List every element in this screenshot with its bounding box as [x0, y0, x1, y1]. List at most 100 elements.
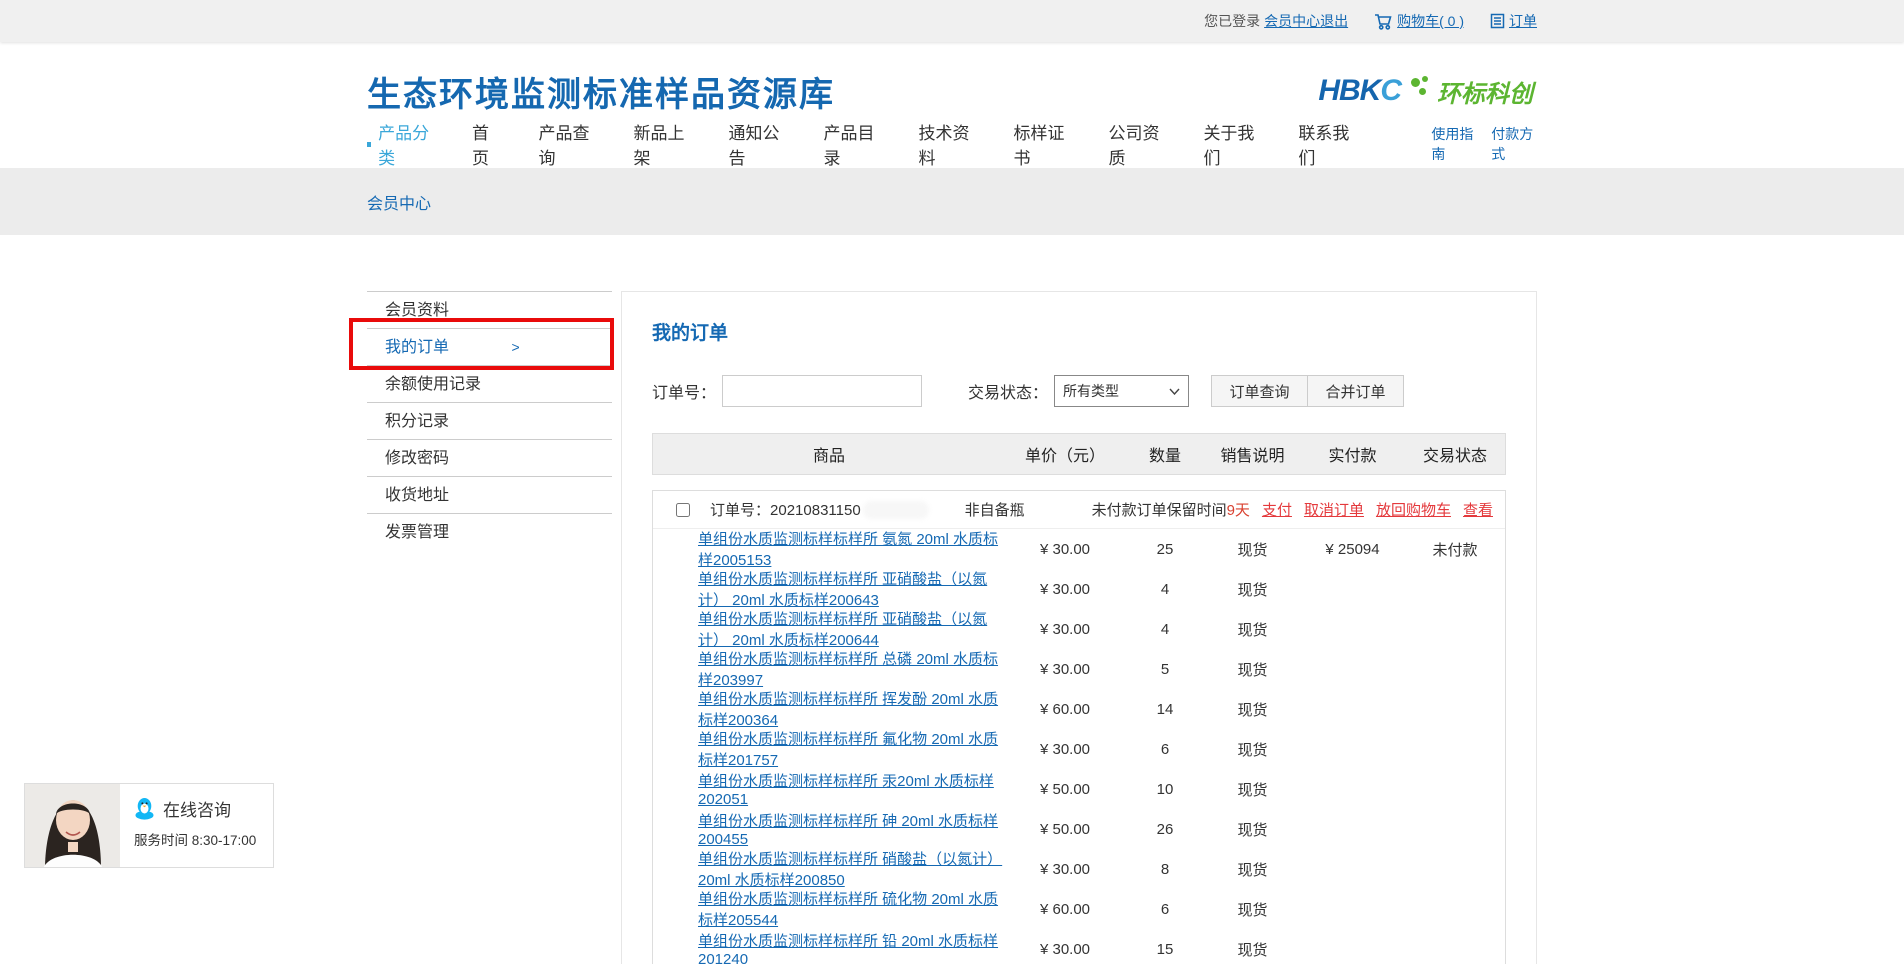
item-unit-price: ¥ 30.00	[1005, 861, 1125, 878]
item-quantity: 10	[1125, 781, 1205, 798]
item-sale-note: 现货	[1205, 899, 1300, 920]
cancel-order-link[interactable]: 取消订单	[1304, 499, 1364, 520]
member-sidebar: 会员资料 我的订单 > 余额使用记录 积分记录 修改密码 收货地址 发票管理	[367, 291, 612, 964]
product-link[interactable]: 单组份水质监测标样标样所 挥发酚 20ml 水质标样200364	[698, 691, 998, 729]
nav-item-product-catalog[interactable]: 产品目录	[824, 119, 881, 169]
product-link[interactable]: 单组份水质监测标样标样所 硫化物 20ml 水质标样205544	[698, 891, 998, 929]
nav-item-contact-us[interactable]: 联系我们	[1298, 119, 1355, 169]
product-link[interactable]: 单组份水质监测标样标样所 总磷 20ml 水质标样203997	[698, 651, 998, 689]
item-sale-note: 现货	[1205, 819, 1300, 840]
col-header-paid-amount: 实付款	[1300, 442, 1405, 466]
nav-item-product-search[interactable]: 产品查询	[539, 119, 596, 169]
topbar: 您已登录 会员中心退出 购物车( 0 ) 订单	[0, 0, 1904, 42]
cart-group[interactable]: 购物车( 0 )	[1374, 11, 1464, 31]
brand-abbr: HBKC	[1318, 74, 1401, 108]
sidebar-item-label: 发票管理	[385, 524, 449, 541]
nav-item-certificates[interactable]: 标样证书	[1013, 119, 1070, 169]
item-sale-note: 现货	[1205, 659, 1300, 680]
molecule-dots-icon	[1409, 76, 1429, 106]
order-item-row: 单组份水质监测标样标样所 硝酸盐（以氮计） 20ml 水质标样200850 ¥ …	[653, 849, 1505, 889]
item-unit-price: ¥ 50.00	[1005, 821, 1125, 838]
trade-status-select[interactable]: 所有类型	[1054, 375, 1189, 407]
item-quantity: 4	[1125, 621, 1205, 638]
sidebar-item-label: 余额使用记录	[385, 376, 481, 393]
item-unit-price: ¥ 30.00	[1005, 541, 1125, 558]
agent-avatar	[25, 784, 120, 867]
sidebar-item-member-profile[interactable]: 会员资料	[367, 291, 612, 328]
nav-item-home[interactable]: 首页	[472, 119, 501, 169]
order-paid-amount: ¥ 25094	[1300, 541, 1405, 558]
order-item-row: 单组份水质监测标样标样所 砷 20ml 水质标样200455 ¥ 50.00 2…	[653, 809, 1505, 849]
product-link[interactable]: 单组份水质监测标样标样所 亚硝酸盐（以氮计） 20ml 水质标样200644	[698, 611, 987, 649]
order-filter-bar: 订单号： 交易状态： 所有类型 订单查询 合并订单	[652, 375, 1506, 407]
order-select-checkbox[interactable]	[676, 503, 690, 517]
product-link[interactable]: 单组份水质监测标样标样所 硝酸盐（以氮计） 20ml 水质标样200850	[698, 851, 1002, 889]
orders-group[interactable]: 订单	[1490, 11, 1537, 31]
order-no-input[interactable]	[722, 375, 922, 407]
sidebar-item-shipping-address[interactable]: 收货地址	[367, 476, 612, 513]
sidebar-item-arrow: >	[511, 339, 519, 355]
item-unit-price: ¥ 30.00	[1005, 741, 1125, 758]
member-center-logout-link[interactable]: 会员中心退出	[1264, 11, 1348, 31]
return-to-cart-link[interactable]: 放回购物车	[1376, 499, 1451, 520]
sidebar-item-label: 修改密码	[385, 450, 449, 467]
orders-panel: 我的订单 订单号： 交易状态： 所有类型 订单查询 合并订单 商品	[621, 291, 1537, 964]
login-status-group: 您已登录 会员中心退出	[1204, 11, 1348, 31]
online-chat-widget[interactable]: 在线咨询 服务时间 8:30-17:00	[24, 783, 274, 868]
product-link[interactable]: 单组份水质监测标样标样所 氟化物 20ml 水质标样201757	[698, 731, 998, 769]
product-link[interactable]: 单组份水质监测标样标样所 铅 20ml 水质标样201240	[698, 933, 998, 964]
product-link[interactable]: 单组份水质监测标样标样所 亚硝酸盐（以氮计） 20ml 水质标样200643	[698, 571, 987, 609]
nav-item-announcements[interactable]: 通知公告	[729, 119, 786, 169]
sidebar-item-change-password[interactable]: 修改密码	[367, 439, 612, 476]
sidebar-item-balance-records[interactable]: 余额使用记录	[367, 365, 612, 402]
bullet-square-icon	[367, 142, 371, 147]
cart-icon	[1374, 13, 1393, 30]
product-link[interactable]: 单组份水质监测标样标样所 汞20ml 水质标样202051	[698, 773, 994, 808]
view-link[interactable]: 查看	[1463, 499, 1493, 520]
order-trade-status: 未付款	[1405, 539, 1505, 560]
breadcrumb-member-center[interactable]: 会员中心	[367, 190, 431, 214]
product-link[interactable]: 单组份水质监测标样标样所 砷 20ml 水质标样200455	[698, 813, 998, 848]
page-title: 我的订单	[652, 318, 1506, 345]
chat-info: 在线咨询 服务时间 8:30-17:00	[120, 784, 273, 867]
nav-item-new-arrivals[interactable]: 新品上架	[634, 119, 691, 169]
trade-status-selected-value: 所有类型	[1063, 381, 1119, 401]
sidebar-item-label: 收货地址	[385, 487, 449, 504]
bottle-note: 非自备瓶	[965, 499, 1025, 520]
orders-link[interactable]: 订单	[1509, 11, 1537, 31]
login-status-text: 您已登录	[1204, 11, 1260, 31]
item-quantity: 5	[1125, 661, 1205, 678]
item-quantity: 8	[1125, 861, 1205, 878]
nav-payment-method-link[interactable]: 付款方式	[1491, 124, 1537, 164]
sidebar-item-invoice-management[interactable]: 发票管理	[367, 513, 612, 550]
sidebar-item-my-orders[interactable]: 我的订单 >	[367, 328, 612, 365]
cart-link[interactable]: 购物车( 0 )	[1397, 11, 1464, 31]
item-quantity: 15	[1125, 941, 1205, 958]
nav-item-about-us[interactable]: 关于我们	[1203, 119, 1260, 169]
merge-orders-button[interactable]: 合并订单	[1307, 375, 1404, 407]
sidebar-item-points-records[interactable]: 积分记录	[367, 402, 612, 439]
col-header-quantity: 数量	[1125, 442, 1205, 466]
trade-status-label: 交易状态：	[968, 379, 1048, 403]
order-search-button[interactable]: 订单查询	[1211, 375, 1308, 407]
order-group: 订单号：20210831150 非自备瓶 未付款订单保留时间9天 支付 取消订单…	[652, 490, 1506, 964]
chat-service-time: 服务时间 8:30-17:00	[134, 829, 273, 849]
item-sale-note: 现货	[1205, 699, 1300, 720]
item-sale-note: 现货	[1205, 579, 1300, 600]
nav-item-qualifications[interactable]: 公司资质	[1108, 119, 1165, 169]
pay-link[interactable]: 支付	[1262, 499, 1292, 520]
item-unit-price: ¥ 60.00	[1005, 901, 1125, 918]
chat-title: 在线咨询	[163, 796, 231, 821]
item-quantity: 6	[1125, 741, 1205, 758]
order-no-redaction	[863, 501, 929, 519]
col-header-unit-price: 单价（元）	[1005, 442, 1125, 466]
brand-logo: HBKC 环标科创	[1318, 74, 1537, 109]
item-unit-price: ¥ 30.00	[1005, 941, 1125, 958]
nav-item-technical-docs[interactable]: 技术资料	[918, 119, 975, 169]
order-item-row: 单组份水质监测标样标样所 氟化物 20ml 水质标样201757 ¥ 30.00…	[653, 729, 1505, 769]
item-sale-note: 现货	[1205, 939, 1300, 960]
product-link[interactable]: 单组份水质监测标样标样所 氨氮 20ml 水质标样2005153	[698, 531, 998, 569]
orders-icon	[1490, 13, 1505, 29]
nav-user-guide-link[interactable]: 使用指南	[1431, 124, 1477, 164]
nav-product-category[interactable]: 产品分类	[367, 119, 434, 169]
